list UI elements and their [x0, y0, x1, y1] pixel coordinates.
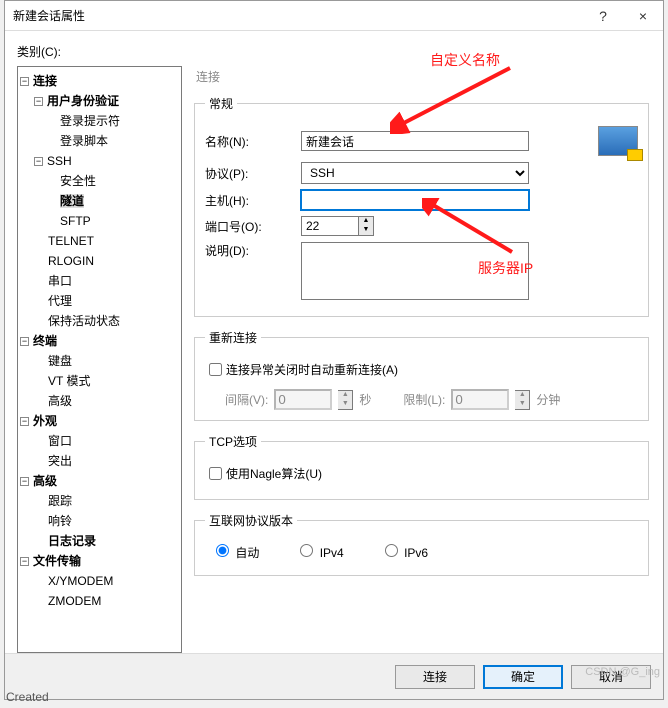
- limit-label: 限制(L):: [403, 391, 445, 408]
- tree-security[interactable]: 安全性: [60, 174, 96, 188]
- tree-rlogin[interactable]: RLOGIN: [48, 254, 94, 268]
- created-label: Created: [6, 690, 49, 704]
- interval-spinner: ▲▼: [338, 390, 353, 410]
- interval-input: [274, 389, 332, 410]
- limit-spinner: ▲▼: [515, 390, 530, 410]
- desc-label: 说明(D):: [205, 242, 301, 259]
- tree-serial[interactable]: 串口: [48, 274, 72, 288]
- tree-terminal[interactable]: 终端: [33, 334, 57, 348]
- button-bar: 连接 确定 取消: [5, 653, 663, 699]
- minus-icon[interactable]: −: [20, 477, 29, 486]
- ip-auto-option[interactable]: 自动: [211, 541, 259, 561]
- general-group: 常规 名称(N): 协议(P): SSH 主机(H):: [194, 95, 649, 317]
- tree-keepalive[interactable]: 保持活动状态: [48, 314, 120, 328]
- ipver-legend: 互联网协议版本: [205, 512, 297, 529]
- protocol-select[interactable]: SSH: [301, 162, 529, 184]
- tree-login-prompt[interactable]: 登录提示符: [60, 114, 120, 128]
- titlebar: 新建会话属性 ? ×: [5, 1, 663, 31]
- name-input[interactable]: [301, 131, 529, 151]
- ipv6-radio[interactable]: [385, 544, 398, 557]
- minus-icon[interactable]: −: [20, 337, 29, 346]
- tcp-legend: TCP选项: [205, 433, 261, 450]
- nagle-checkbox[interactable]: [209, 467, 222, 480]
- nagle-label: 使用Nagle算法(U): [226, 465, 322, 482]
- tree-xymodem[interactable]: X/YMODEM: [48, 574, 113, 588]
- seconds-label: 秒: [359, 391, 371, 408]
- port-input[interactable]: [301, 216, 359, 236]
- tcp-group: TCP选项 使用Nagle算法(U): [194, 433, 649, 500]
- host-input[interactable]: [301, 190, 529, 210]
- tree-login-script[interactable]: 登录脚本: [60, 134, 108, 148]
- tree-connection[interactable]: 连接: [33, 74, 57, 88]
- settings-panel: 连接 常规 名称(N): 协议(P): SSH: [192, 66, 651, 653]
- breadcrumb: 连接: [192, 66, 651, 91]
- minus-icon[interactable]: −: [20, 417, 29, 426]
- reconnect-legend: 重新连接: [205, 329, 261, 346]
- tree-tunnel[interactable]: 隧道: [60, 194, 84, 208]
- tree-logging[interactable]: 日志记录: [48, 534, 96, 548]
- tree-advanced-term[interactable]: 高级: [48, 394, 72, 408]
- port-spinner[interactable]: ▲▼: [359, 216, 374, 236]
- minus-icon[interactable]: −: [34, 97, 43, 106]
- ok-button[interactable]: 确定: [483, 665, 563, 689]
- description-input[interactable]: [301, 242, 529, 300]
- general-legend: 常规: [205, 95, 237, 112]
- protocol-label: 协议(P):: [205, 165, 301, 182]
- ipv4-option[interactable]: IPv4: [295, 541, 343, 561]
- host-label: 主机(H):: [205, 192, 301, 209]
- minus-icon[interactable]: −: [20, 77, 29, 86]
- tree-highlight[interactable]: 突出: [48, 454, 72, 468]
- limit-input: [451, 389, 509, 410]
- session-icon: [598, 126, 638, 156]
- name-label: 名称(N):: [205, 133, 301, 150]
- tree-window[interactable]: 窗口: [48, 434, 72, 448]
- reconnect-group: 重新连接 连接异常关闭时自动重新连接(A) 间隔(V): ▲▼ 秒 限制(L):…: [194, 329, 649, 421]
- tree-zmodem[interactable]: ZMODEM: [48, 594, 101, 608]
- chevron-down-icon: ▼: [359, 226, 373, 235]
- ipv6-option[interactable]: IPv6: [380, 541, 428, 561]
- tree-telnet[interactable]: TELNET: [48, 234, 94, 248]
- interval-label: 间隔(V):: [225, 391, 268, 408]
- category-tree[interactable]: −连接 −用户身份验证 登录提示符 登录脚本 −SSH 安全性 隧道 SFTP …: [17, 66, 182, 653]
- tree-ssh[interactable]: SSH: [47, 154, 72, 168]
- watermark: CSDN @G_ing: [585, 666, 660, 678]
- minutes-label: 分钟: [536, 391, 560, 408]
- tree-sftp[interactable]: SFTP: [60, 214, 91, 228]
- auto-reconnect-checkbox[interactable]: [209, 363, 222, 376]
- chevron-up-icon: ▲: [359, 217, 373, 226]
- tree-trace[interactable]: 跟踪: [48, 494, 72, 508]
- port-label: 端口号(O):: [205, 218, 301, 235]
- session-properties-dialog: 新建会话属性 ? × 类别(C): −连接 −用户身份验证 登录提示符 登录脚本…: [4, 0, 664, 700]
- category-label: 类别(C):: [17, 43, 651, 60]
- tree-keyboard[interactable]: 键盘: [48, 354, 72, 368]
- tree-filetransfer[interactable]: 文件传输: [33, 554, 81, 568]
- ip-auto-radio[interactable]: [216, 544, 229, 557]
- ip-version-group: 互联网协议版本 自动 IPv4 IPv6: [194, 512, 649, 576]
- auto-reconnect-label: 连接异常关闭时自动重新连接(A): [226, 361, 398, 378]
- minus-icon[interactable]: −: [20, 557, 29, 566]
- help-button[interactable]: ?: [583, 1, 623, 31]
- connect-button[interactable]: 连接: [395, 665, 475, 689]
- tree-appearance[interactable]: 外观: [33, 414, 57, 428]
- tree-auth[interactable]: 用户身份验证: [47, 94, 119, 108]
- tree-advanced[interactable]: 高级: [33, 474, 57, 488]
- tree-vtmode[interactable]: VT 模式: [48, 374, 90, 388]
- close-button[interactable]: ×: [623, 1, 663, 31]
- minus-icon[interactable]: −: [34, 157, 43, 166]
- tree-bell[interactable]: 响铃: [48, 514, 72, 528]
- window-title: 新建会话属性: [13, 7, 583, 24]
- tree-proxy[interactable]: 代理: [48, 294, 72, 308]
- ipv4-radio[interactable]: [300, 544, 313, 557]
